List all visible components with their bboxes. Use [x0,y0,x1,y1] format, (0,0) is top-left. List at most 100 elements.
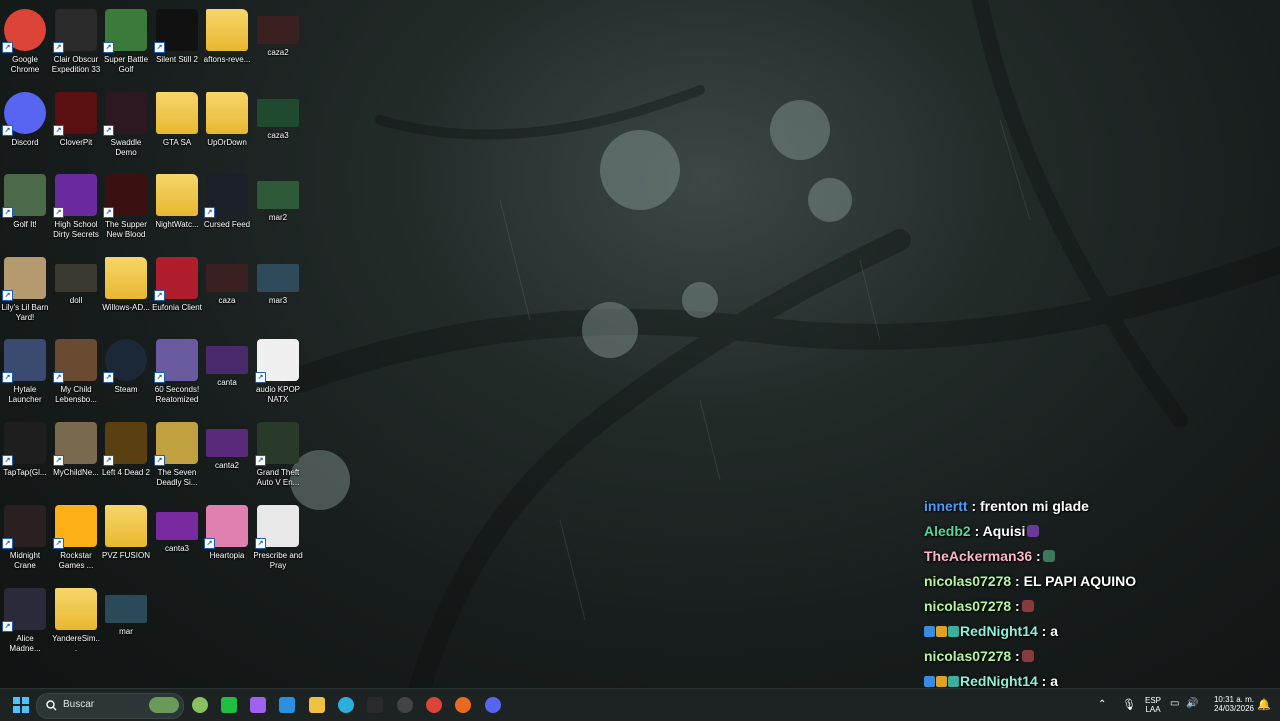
taskbar-app-copilot[interactable] [245,692,271,718]
desktop-icon[interactable]: mar2 [253,169,303,223]
taskbar-app-edge[interactable] [333,692,359,718]
game-icon: ↗ [255,505,299,549]
desktop-icon-label: Discord [11,138,39,147]
firefox-icon [455,697,471,713]
shortcut-arrow-icon: ↗ [53,538,64,549]
desktop-icon[interactable]: canta3 [152,500,202,554]
desktop-icon[interactable]: canta [202,334,252,388]
shortcut-arrow-icon: ↗ [154,290,165,301]
store-icon [279,697,295,713]
game-icon: ↗ [103,92,147,136]
desktop-icon[interactable]: ↗ My Child Lebensbo... [51,334,101,405]
game-icon: ↗ [103,9,147,53]
desktop-icon[interactable]: ↗ Steam [101,334,151,395]
desktop-icon[interactable]: mar [101,583,151,637]
clock[interactable]: 10:31 a. m. 24/03/2026 [1204,689,1254,721]
shortcut-arrow-icon: ↗ [2,538,13,549]
image-icon [55,264,97,292]
desktop-icon[interactable]: ↗ Super Battle Golf [101,4,151,75]
chat-badge-icon [924,676,935,687]
desktop-icon-label: mar [119,627,133,636]
obs-icon [397,697,413,713]
xbox-icon [221,697,237,713]
chat-username: Aledb2 [924,523,971,539]
taskbar-app-firefox[interactable] [450,692,476,718]
desktop-icon[interactable]: ↗ MyChildNe... [51,417,101,478]
game-icon: ↗ [53,92,97,136]
desktop-icon[interactable]: ↗ Discord [0,87,50,148]
desktop-icon-label: The Seven Deadly Si... [156,468,198,487]
shortcut-arrow-icon: ↗ [53,207,64,218]
chat-message: TheAckerman36 : [924,544,1274,569]
desktop-icon[interactable]: caza3 [253,87,303,141]
desktop-icon[interactable]: mar3 [253,252,303,306]
desktop-icon-label: Rockstar Games ... [58,551,94,570]
desktop-icon[interactable]: ↗ Lily's Lil Barn Yard! [0,252,50,323]
taskbar-app-chrome[interactable] [421,692,447,718]
desktop-icon[interactable]: ↗ 60 Seconds! Reatomized [152,334,202,405]
start-button[interactable] [8,692,34,718]
chrome-icon [426,697,442,713]
desktop-icon[interactable]: doll [51,252,101,306]
desktop-icon[interactable]: ↗ Left 4 Dead 2 [101,417,151,478]
taskbar-app-discord[interactable] [480,692,506,718]
taskbar-app-explorer[interactable] [304,692,330,718]
desktop-icon[interactable]: GTA SA [152,87,202,148]
chat-username: RedNight14 [960,623,1038,639]
desktop-icon[interactable]: ↗ Prescribe and Pray [253,500,303,571]
desktop-icon-label: Left 4 Dead 2 [101,468,151,477]
shortcut-arrow-icon: ↗ [255,372,266,383]
desktop-icon[interactable]: ↗ Eufonia Client [152,252,202,313]
taskbar-app-widgets[interactable] [187,692,213,718]
taskbar-app-obs[interactable] [392,692,418,718]
widgets-icon [192,697,208,713]
desktop-icon[interactable]: PVZ FUSION [101,500,151,561]
rockstar-icon: ↗ [53,505,97,549]
chat-username: nicolas07278 [924,648,1012,664]
desktop-icon-label: MyChildNe... [53,468,99,477]
desktop-icon[interactable]: ↗ Clair Obscur Expedition 33 [51,4,101,75]
desktop-icon[interactable]: caza [202,252,252,306]
chat-badge-icon [936,626,947,637]
desktop-icon[interactable]: ↗ TapTap(Gl... [0,417,50,478]
desktop-icon[interactable]: ↗ Swaddle Demo [101,87,151,158]
shortcut-arrow-icon: ↗ [204,207,215,218]
chat-text: : Aquisi [970,523,1026,539]
desktop-icon[interactable]: ↗ Hytale Launcher [0,334,50,405]
shortcut-arrow-icon: ↗ [2,455,13,466]
desktop-icon[interactable]: ↗ Midnight Crane [0,500,50,571]
desktop-icon[interactable]: ↗ High School Dirty Secrets [51,169,101,240]
desktop-icon[interactable]: ↗ Google Chrome [0,4,50,75]
desktop-icon[interactable]: UpOrDown [202,87,252,148]
windows-icon [13,697,29,713]
desktop-icon[interactable]: ↗ Cursed Feed [202,169,252,230]
language-indicator[interactable]: ESP LAA [1144,689,1162,721]
desktop-icon[interactable]: ↗ The Supper New Blood [101,169,151,240]
desktop-icon[interactable]: ↗ CloverPit [51,87,101,148]
taskbar-app-snipping[interactable] [362,692,388,718]
search-box[interactable]: Buscar [36,693,184,719]
desktop-icon[interactable]: aftons-reve... [202,4,252,65]
desktop-icon[interactable]: YandereSim... [51,583,101,654]
image-icon [105,595,147,623]
desktop-icon[interactable]: ↗ Grand Theft Auto V En... [253,417,303,488]
taskbar-app-store[interactable] [274,692,300,718]
desktop-icon-label: Lily's Lil Barn Yard! [1,303,49,322]
desktop-icon[interactable]: ↗ Silent Still 2 [152,4,202,65]
desktop-icon[interactable]: ↗ Rockstar Games ... [51,500,101,571]
desktop-icon[interactable]: ↗ Alice Madne... [0,583,50,654]
desktop-icon-label: CloverPit [59,138,93,147]
desktop-icon[interactable]: canta2 [202,417,252,471]
desktop-icon[interactable]: ↗ Heartopia [202,500,252,561]
desktop-icon[interactable]: ↗ audio KPOP NATX [253,334,303,405]
desktop-icon[interactable]: ↗ Golf It! [0,169,50,230]
chat-emote-icon [1021,600,1034,612]
desktop-icon[interactable]: ↗ The Seven Deadly Si... [152,417,202,488]
shortcut-arrow-icon: ↗ [255,455,266,466]
desktop-icon[interactable]: NightWatc... [152,169,202,230]
desktop-icon[interactable]: Willows-AD... [101,252,151,313]
taskbar-app-xbox[interactable] [216,692,242,718]
desktop-icon-label: Prescribe and Pray [253,551,303,570]
desktop-icons: ↗ Google Chrome ↗ Clair Obscur Expedition 3… [0,0,303,688]
desktop-icon[interactable]: caza2 [253,4,303,58]
